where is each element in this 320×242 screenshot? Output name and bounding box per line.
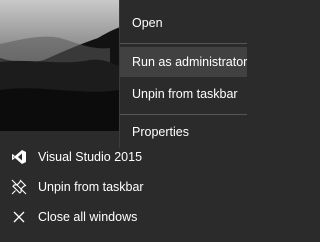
- menu-item-properties-label: Properties: [132, 125, 189, 139]
- jump-item-unpin[interactable]: Unpin from taskbar: [0, 172, 246, 202]
- menu-item-run-as-administrator-label: Run as administrator: [132, 55, 248, 69]
- jump-item-visual-studio-label: Visual Studio 2015: [38, 150, 143, 164]
- menu-item-open[interactable]: Open: [120, 8, 247, 38]
- context-menu: Open Run as administrator Unpin from tas…: [119, 0, 247, 148]
- menu-item-unpin-from-taskbar[interactable]: Unpin from taskbar: [120, 79, 247, 109]
- unpin-icon: [10, 178, 28, 196]
- jump-item-close-all-label: Close all windows: [38, 210, 138, 224]
- menu-separator: [120, 43, 247, 44]
- visual-studio-icon: [10, 148, 28, 166]
- close-icon: [10, 208, 28, 226]
- jump-item-close-all[interactable]: Close all windows: [0, 202, 246, 232]
- jump-item-unpin-label: Unpin from taskbar: [38, 180, 144, 194]
- menu-item-run-as-administrator[interactable]: Run as administrator: [120, 47, 247, 77]
- menu-item-unpin-from-taskbar-label: Unpin from taskbar: [132, 87, 238, 101]
- menu-item-open-label: Open: [132, 16, 163, 30]
- menu-item-properties[interactable]: Properties: [120, 117, 247, 147]
- menu-separator: [120, 114, 247, 115]
